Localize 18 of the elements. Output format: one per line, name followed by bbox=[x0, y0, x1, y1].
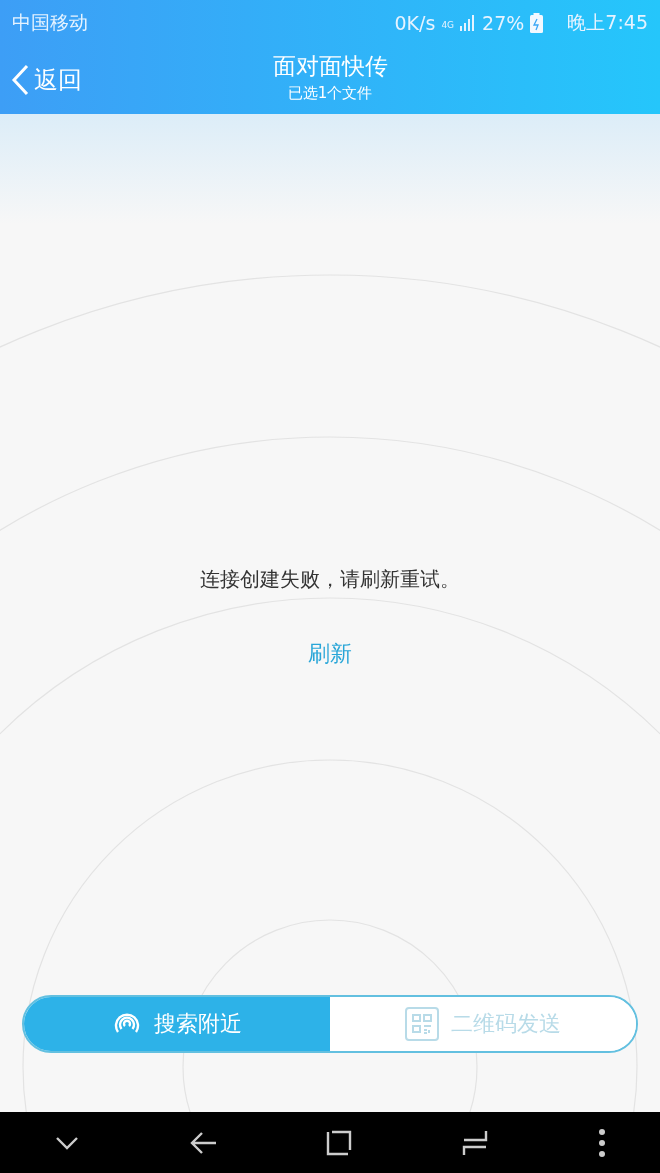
page-subtitle: 已选1个文件 bbox=[287, 84, 373, 103]
network-speed: 0K/s bbox=[394, 11, 436, 34]
page-title: 面对面快传 bbox=[272, 52, 388, 81]
clock-time: 晚上7:45 bbox=[567, 9, 648, 35]
back-button[interactable]: 返回 bbox=[0, 45, 88, 114]
back-icon[interactable] bbox=[189, 1130, 216, 1155]
error-message: 连接创建失败，请刷新重试。 bbox=[200, 566, 460, 593]
network-type: 4G bbox=[441, 19, 455, 30]
carrier-name: 中国移动 bbox=[12, 9, 88, 35]
collapse-icon[interactable] bbox=[55, 1135, 80, 1150]
battery-percentage: 27% bbox=[482, 11, 525, 34]
signal-icon bbox=[460, 14, 477, 31]
qr-code-icon bbox=[405, 1007, 439, 1041]
recent-apps-icon[interactable] bbox=[462, 1129, 489, 1156]
refresh-link[interactable]: 刷新 bbox=[300, 635, 360, 673]
more-icon[interactable] bbox=[598, 1128, 605, 1157]
mode-tab[interactable]: 搜索附近 bbox=[24, 997, 330, 1051]
battery-icon bbox=[530, 12, 544, 33]
